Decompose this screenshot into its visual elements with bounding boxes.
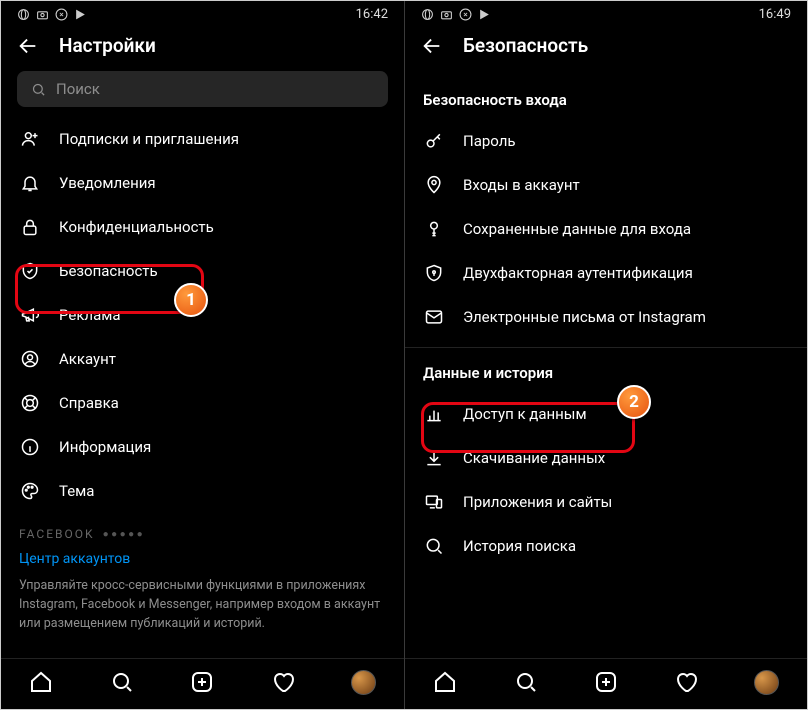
item-2fa[interactable]: Двухфакторная аутентификация [405,251,807,295]
page-title: Безопасность [463,34,588,57]
bell-icon [19,172,41,194]
nav-profile-avatar[interactable] [754,669,780,695]
accounts-center-info: Управляйте кросс-сервисными функциями в … [1,577,404,645]
nav-heart-icon[interactable] [673,669,699,695]
search-icon [31,82,46,97]
nav-home-icon[interactable] [432,669,458,695]
item-label: Сохраненные данные для входа [463,220,691,238]
item-label: Электронные письма от Instagram [463,308,706,326]
status-bar: 16:42 [1,1,404,24]
item-label: История поиска [463,537,576,555]
item-download-data[interactable]: Скачивание данных [405,436,807,480]
page-header: Настройки [1,24,404,71]
nav-search-icon[interactable] [513,669,539,695]
shazam-icon [55,8,68,21]
opera-icon [17,8,30,21]
item-label: Пароль [463,132,516,150]
item-account[interactable]: Аккаунт [1,337,404,381]
step-badge: 1 [174,283,208,317]
opera-icon [421,8,434,21]
page-title: Настройки [59,34,156,57]
chart-icon [423,403,445,425]
search-input[interactable]: Поиск [17,71,388,107]
bottom-nav [1,658,404,709]
phone-settings: 16:42 Настройки Поиск Подписки и приглаш… [1,1,404,709]
item-label: Двухфакторная аутентификация [463,264,693,282]
section-data-history: Данные и история [405,348,807,392]
search-icon [423,535,445,557]
status-time: 16:49 [759,7,791,22]
user-circle-icon [19,348,41,370]
item-label: Приложения и сайты [463,493,612,511]
item-label: Доступ к данным [463,405,587,423]
nav-add-icon[interactable] [593,669,619,695]
item-login-activity[interactable]: Входы в аккаунт [405,163,807,207]
item-saved-login[interactable]: Сохраненные данные для входа [405,207,807,251]
item-notifications[interactable]: Уведомления [1,161,404,205]
camera-icon [36,8,49,21]
back-icon[interactable] [17,35,39,57]
shield-check-icon [19,260,41,282]
location-icon [423,174,445,196]
item-subscriptions[interactable]: Подписки и приглашения [1,117,404,161]
security-list: Безопасность входа Пароль Входы в аккаун… [405,71,807,658]
item-apps-websites[interactable]: Приложения и сайты [405,480,807,524]
item-label: Конфиденциальность [59,218,214,236]
shazam-icon [459,8,472,21]
nav-home-icon[interactable] [28,669,54,695]
item-theme[interactable]: Тема [1,469,404,513]
item-privacy[interactable]: Конфиденциальность [1,205,404,249]
item-emails[interactable]: Электронные письма от Instagram [405,295,807,339]
nav-search-icon[interactable] [109,669,135,695]
item-data-access[interactable]: Доступ к данным [405,392,807,436]
play-icon [478,8,491,21]
download-icon [423,447,445,469]
camera-icon [440,8,453,21]
step-badge: 2 [617,385,651,419]
megaphone-icon [19,304,41,326]
item-label: Информация [59,438,151,456]
bottom-nav [405,658,807,709]
item-password[interactable]: Пароль [405,119,807,163]
back-icon[interactable] [421,35,443,57]
play-icon [74,8,87,21]
nav-add-icon[interactable] [189,669,215,695]
page-header: Безопасность [405,24,807,71]
devices-icon [423,491,445,513]
nav-profile-avatar[interactable] [351,669,377,695]
section-login-security: Безопасность входа [405,75,807,119]
item-search-history[interactable]: История поиска [405,524,807,568]
key-saved-icon [423,218,445,240]
item-label: Уведомления [59,174,156,192]
status-time: 16:42 [356,7,388,22]
item-help[interactable]: Справка [1,381,404,425]
phone-security: 16:49 Безопасность Безопасность входа Па… [404,1,807,709]
item-info[interactable]: Информация [1,425,404,469]
item-label: Справка [59,394,119,412]
settings-list: Подписки и приглашения Уведомления Конфи… [1,113,404,658]
lock-icon [19,216,41,238]
palette-icon [19,480,41,502]
item-label: Входы в аккаунт [463,176,580,194]
user-plus-icon [19,128,41,150]
item-security[interactable]: Безопасность [1,249,404,293]
item-label: Тема [59,482,94,500]
item-label: Подписки и приглашения [59,130,239,148]
item-label: Скачивание данных [463,449,605,467]
item-label: Реклама [59,306,121,324]
facebook-label: FACEBOOK● ● ● ● ● [1,513,404,547]
accounts-center-link[interactable]: Центр аккаунтов [1,547,404,577]
mail-icon [423,306,445,328]
nav-heart-icon[interactable] [270,669,296,695]
lifebuoy-icon [19,392,41,414]
status-bar: 16:49 [405,1,807,24]
logins-header: Входы [1,645,404,658]
key-icon [423,130,445,152]
item-label: Безопасность [59,262,158,280]
search-placeholder: Поиск [56,80,100,98]
info-icon [19,436,41,458]
item-label: Аккаунт [59,350,116,368]
shield-lock-icon [423,262,445,284]
